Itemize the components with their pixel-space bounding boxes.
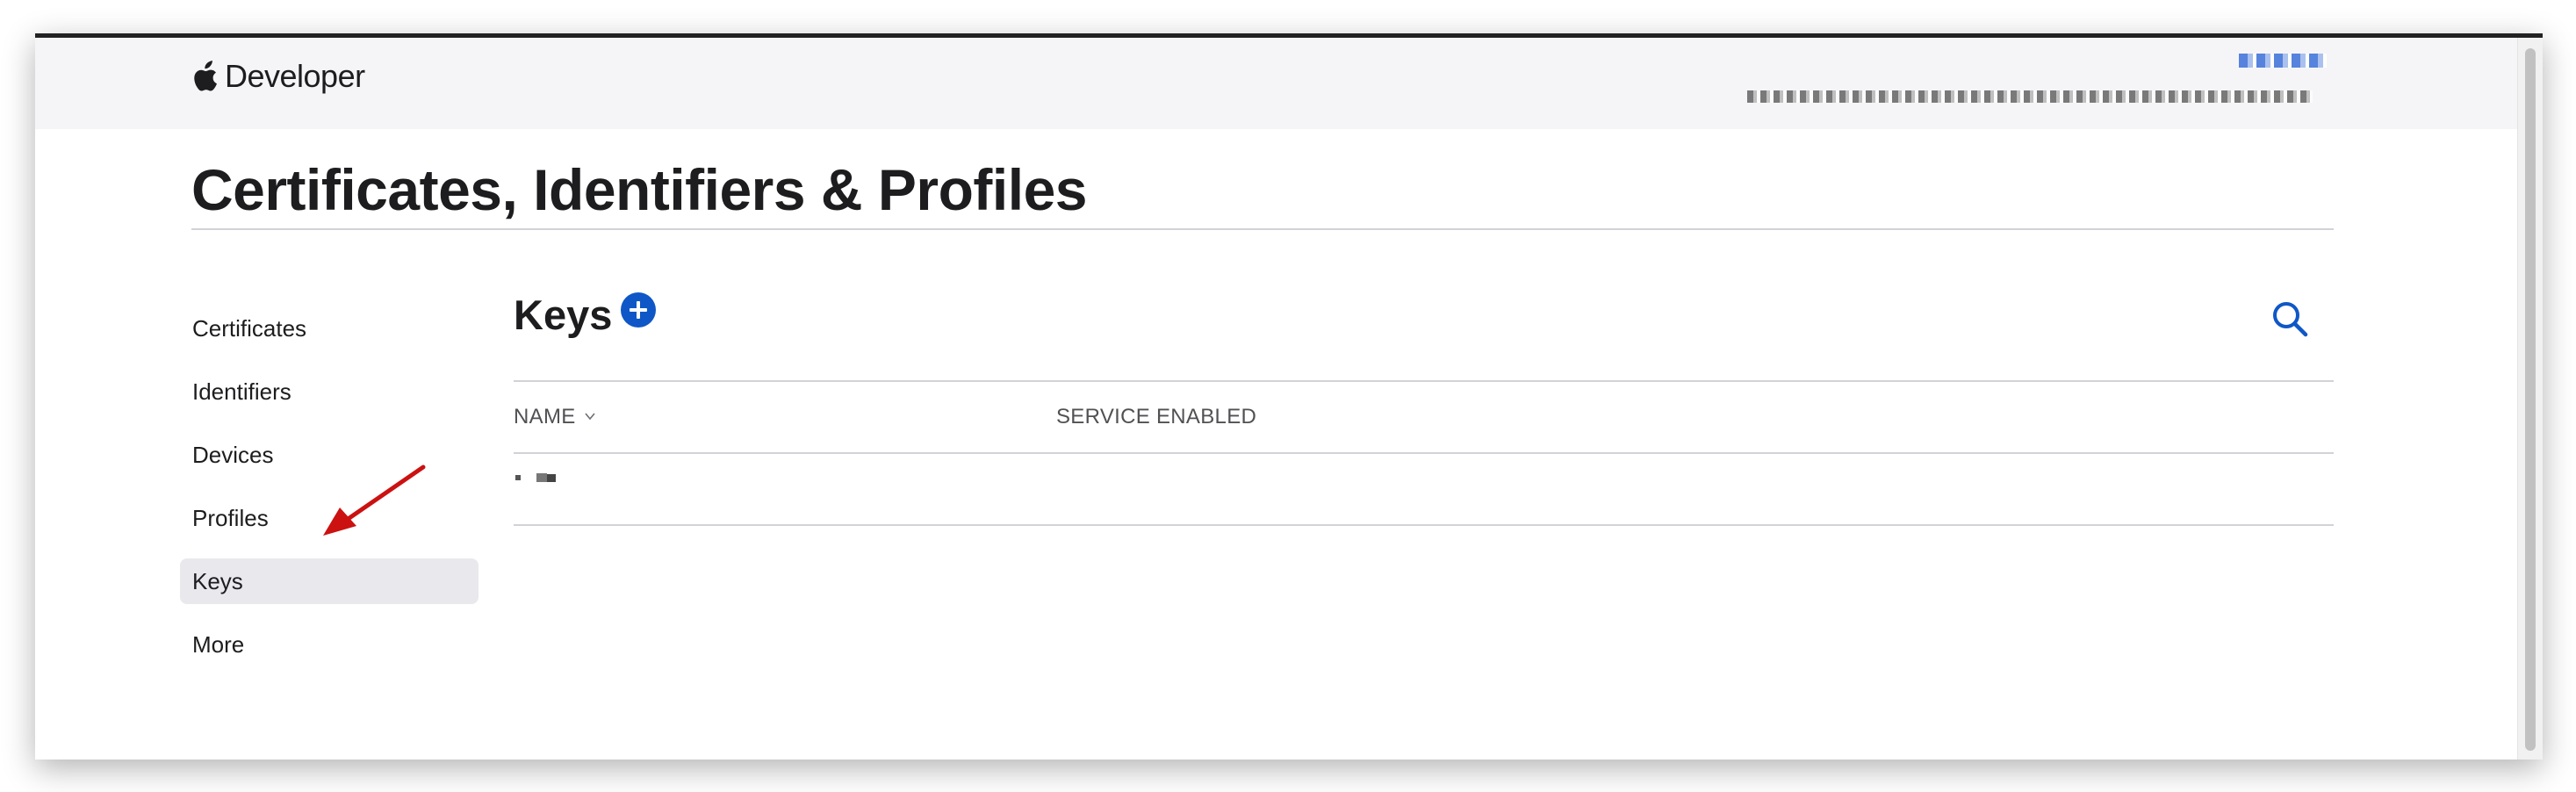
browser-window: Developer Certificates, Identifiers & Pr… [35, 33, 2543, 760]
developer-brand-label: Developer [225, 58, 365, 94]
title-divider [191, 228, 2334, 230]
developer-logo[interactable]: Developer [191, 59, 365, 94]
key-name-redacted[interactable] [514, 472, 563, 484]
keys-section-title: Keys [514, 292, 613, 338]
page-title: Certificates, Identifiers & Profiles [191, 157, 1088, 222]
account-team-redacted [1747, 90, 2313, 103]
sidebar-item-more[interactable]: More [180, 622, 479, 667]
sidebar-item-certificates[interactable]: Certificates [180, 306, 479, 351]
account-menu[interactable] [1747, 54, 2327, 115]
sidebar-item-identifiers[interactable]: Identifiers [180, 369, 479, 414]
table-top-divider [514, 380, 2334, 382]
column-header-name[interactable]: NAME [514, 403, 576, 431]
table-header-divider [514, 452, 2334, 454]
apple-logo-icon [194, 61, 217, 91]
sort-chevron-down-icon[interactable] [584, 410, 596, 422]
account-name-redacted[interactable] [2239, 54, 2327, 68]
table-bottom-divider [514, 524, 2334, 526]
search-button[interactable] [2270, 299, 2310, 339]
plus-circle-icon [630, 301, 647, 319]
scrollbar-thumb[interactable] [2525, 48, 2536, 751]
vertical-scrollbar[interactable] [2517, 38, 2543, 760]
column-header-service-enabled: SERVICE ENABLED [1056, 405, 1257, 428]
add-key-button[interactable] [621, 292, 656, 328]
global-header: Developer [35, 38, 2518, 129]
sidebar-item-keys[interactable]: Keys [180, 558, 479, 604]
annotation-arrow-icon [323, 464, 426, 536]
search-icon [2273, 302, 2308, 337]
